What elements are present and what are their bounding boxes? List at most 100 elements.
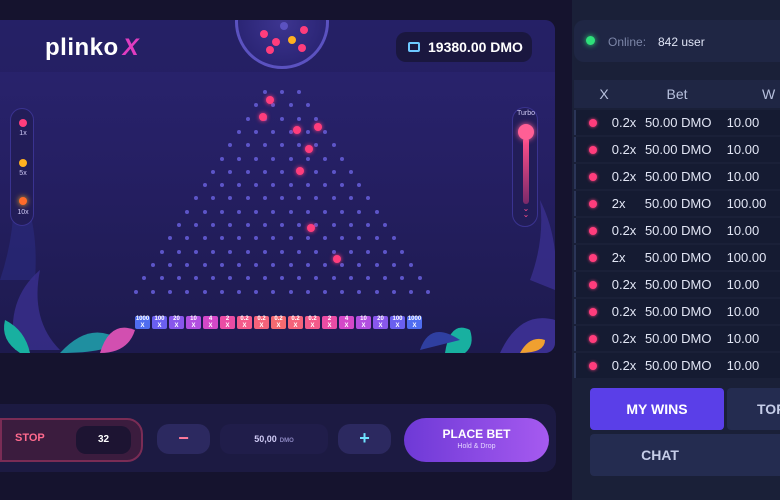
game-board: plinko X 19380.00 DMO 1x 5x 10x Turbo ⌄ ⌄ … <box>0 20 555 353</box>
falling-ball <box>305 145 313 153</box>
increase-bet-button[interactable]: + <box>338 424 391 454</box>
peg <box>305 129 310 134</box>
bet-amount-field[interactable]: 50,00 DMO <box>220 424 328 454</box>
ball-icon <box>589 280 597 289</box>
decrease-bet-button[interactable]: − <box>157 424 210 454</box>
row-bet: 50.00 DMO <box>644 358 712 373</box>
column-header-bet: Bet <box>666 86 688 102</box>
chevron-down-icon: ⌄ ⌄ <box>522 204 530 219</box>
dome-ball <box>280 22 288 30</box>
place-bet-button[interactable]: PLACE BET Hold & Drop <box>404 418 549 462</box>
risk-level-label: 10x <box>17 209 29 216</box>
row-multiplier: 0.2x <box>611 304 637 319</box>
peg <box>176 249 181 254</box>
table-row: 0.2x 50.00 DMO 10.00 <box>574 353 780 378</box>
plinko-logo: plinko X <box>45 34 139 62</box>
peg <box>288 129 293 134</box>
peg <box>409 289 413 294</box>
peg <box>340 209 345 214</box>
peg <box>305 262 310 267</box>
table-header: X Bet W <box>574 80 780 108</box>
risk-dot <box>19 197 27 205</box>
dome-ball <box>260 30 268 38</box>
peg <box>374 209 379 214</box>
peg <box>409 262 413 267</box>
turbo-slider[interactable]: Turbo ⌄ ⌄ <box>512 107 538 227</box>
balance-value: 19380.00 DMO <box>428 39 523 55</box>
turbo-label: Turbo <box>516 110 536 117</box>
row-bet: 50.00 DMO <box>644 277 712 292</box>
ball-icon <box>589 361 597 370</box>
multiplier-value: 0.2 <box>308 316 317 322</box>
stop-count-input[interactable]: 32 <box>76 426 131 454</box>
multiplier-suffix: X <box>225 323 230 329</box>
ball-icon <box>589 199 597 208</box>
peg <box>348 223 353 227</box>
peg <box>331 169 336 174</box>
peg <box>176 276 181 281</box>
peg <box>194 223 198 227</box>
peg <box>288 289 293 294</box>
risk-dot <box>19 159 27 167</box>
peg <box>262 143 267 148</box>
row-win: 10.00 <box>726 304 760 319</box>
risk-slider[interactable]: 1x 5x 10x <box>10 108 34 226</box>
logo-text: plinko <box>45 34 119 61</box>
peg <box>159 249 164 254</box>
multiplier-value: 20 <box>173 316 180 322</box>
peg <box>271 289 276 294</box>
peg <box>323 289 327 294</box>
multiplier-slot: 100 X <box>152 316 167 329</box>
tab-top[interactable]: TOP <box>727 388 780 430</box>
multiplier-suffix: X <box>174 323 179 329</box>
peg <box>340 289 345 294</box>
peg <box>194 249 198 254</box>
peg <box>219 183 224 188</box>
peg <box>237 129 241 134</box>
ball-icon <box>589 172 597 181</box>
peg <box>340 156 345 161</box>
multiplier-value: 100 <box>392 316 403 322</box>
peg <box>374 262 379 267</box>
multiplier-value: 100 <box>154 316 165 322</box>
peg <box>237 289 241 294</box>
multiplier-suffix: X <box>140 323 145 329</box>
multiplier-value: 0.2 <box>274 316 283 322</box>
row-win: 100.00 <box>726 196 767 211</box>
multiplier-suffix: X <box>378 323 383 329</box>
peg <box>219 262 224 267</box>
turbo-knob[interactable] <box>518 124 534 140</box>
dome-ball <box>288 36 296 44</box>
table-row: 0.2x 50.00 DMO 10.00 <box>574 137 780 162</box>
peg <box>331 276 336 281</box>
risk-dot <box>19 119 27 127</box>
table-body: 0.2x 50.00 DMO 10.00 0.2x 50.00 DMO 10.00 0.2x… <box>574 110 780 378</box>
multiplier-suffix: X <box>344 323 349 329</box>
peg <box>219 289 224 294</box>
multiplier-slot: 0.2 X <box>288 316 303 329</box>
multiplier-suffix: X <box>361 323 366 329</box>
peg <box>331 143 336 148</box>
peg <box>366 249 370 254</box>
peg <box>262 223 267 227</box>
column-header-x: X <box>599 86 609 102</box>
row-bet: 50.00 DMO <box>644 115 712 130</box>
multiplier-value: 2 <box>327 316 332 322</box>
bet-amount-value: 50,00 <box>254 434 277 444</box>
multiplier-suffix: X <box>208 323 213 329</box>
balance-display: 19380.00 DMO <box>396 32 532 62</box>
table-row: 0.2x 50.00 DMO 10.00 <box>574 326 780 351</box>
multiplier-suffix: X <box>276 323 281 329</box>
row-bet: 50.00 DMO <box>644 331 712 346</box>
row-win: 10.00 <box>726 115 760 130</box>
peg <box>297 116 302 121</box>
peg <box>417 276 422 281</box>
online-count: 842 user <box>658 35 705 49</box>
falling-ball <box>293 126 301 134</box>
multiplier-suffix: X <box>242 323 247 329</box>
dome-ball <box>300 26 308 34</box>
tab-my-wins[interactable]: MY WINS <box>590 388 724 430</box>
table-row: 0.2x 50.00 DMO 10.00 <box>574 218 780 243</box>
peg <box>254 156 259 161</box>
tab-chat[interactable]: CHAT <box>590 434 780 476</box>
